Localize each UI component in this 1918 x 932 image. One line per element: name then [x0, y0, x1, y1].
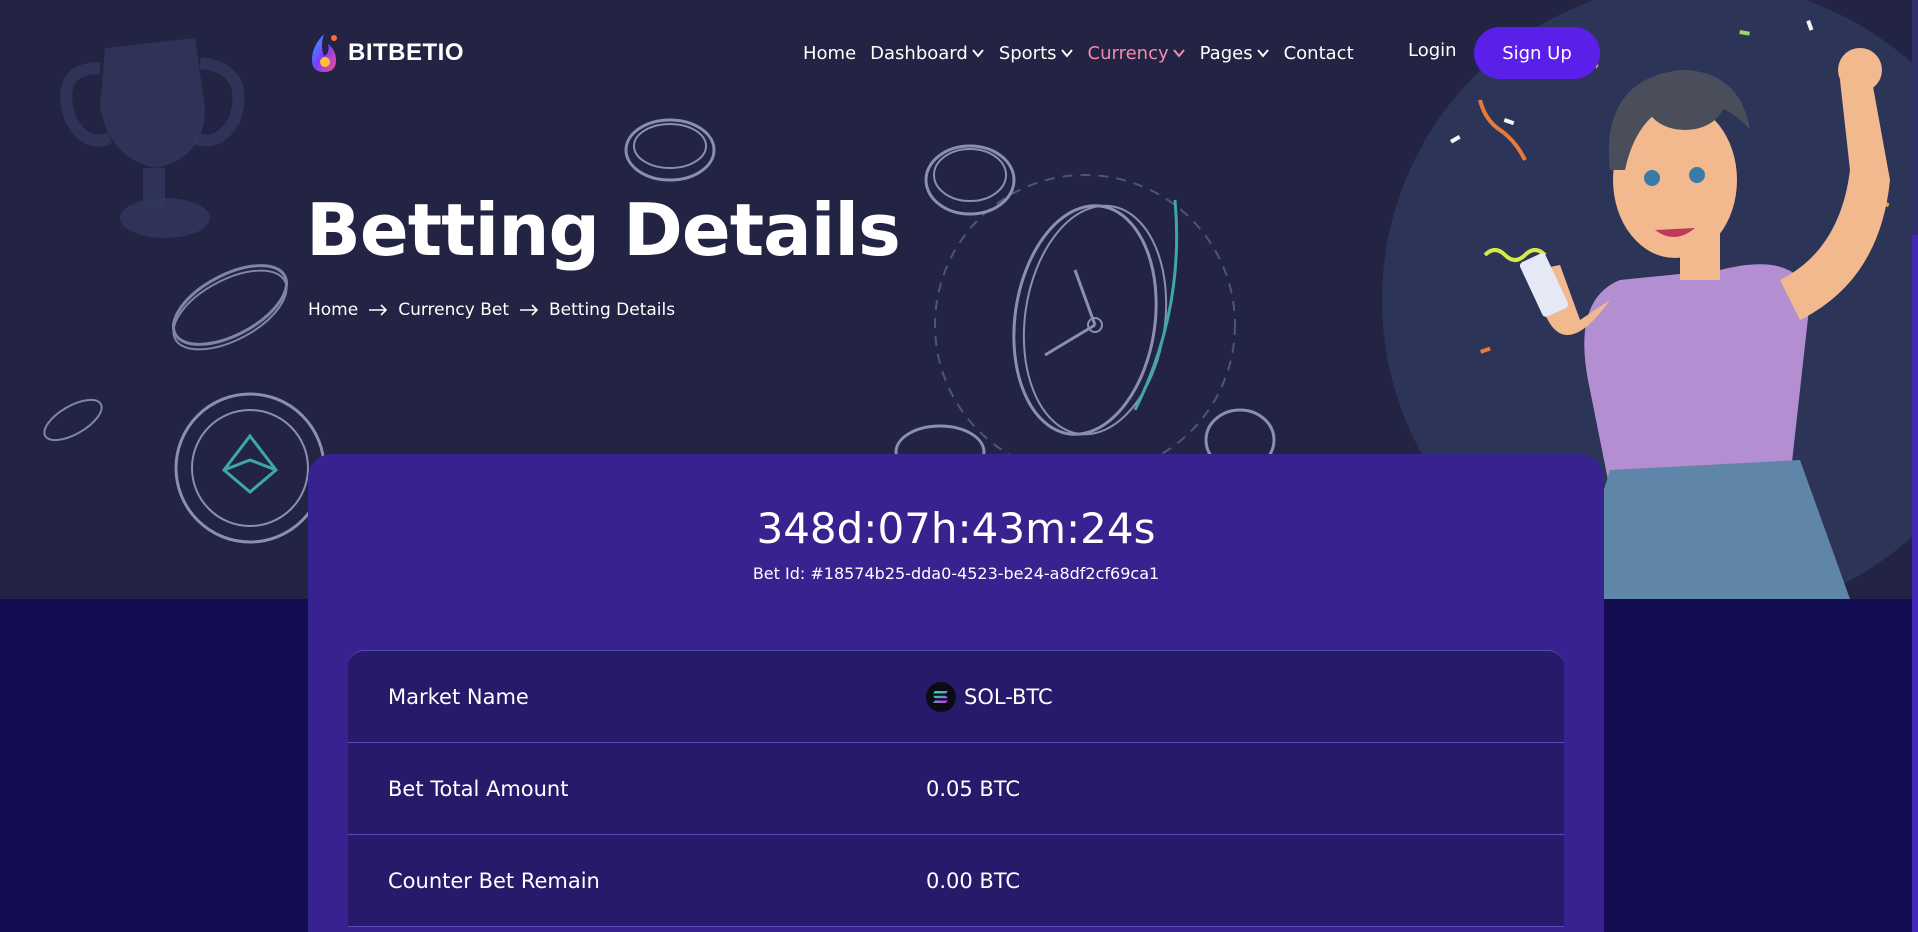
nav-item-currency[interactable]: Currency: [1088, 43, 1186, 64]
row-label: Counter Bet Remain: [388, 868, 600, 893]
coin-illustration: [171, 264, 289, 351]
nav-label: Sports: [998, 42, 1057, 64]
bet-details-table: Market Name SOL-BTC Bet Total Amount 0.0…: [348, 650, 1564, 927]
arrow-right-icon: [369, 304, 388, 316]
trophy-illustration: [60, 38, 245, 238]
bet-details-card: 348d:07h:43m:24s Bet Id: #18574b25-dda0-…: [308, 454, 1604, 932]
breadcrumb-current: Betting Details: [549, 300, 676, 320]
row-value: SOL-BTC: [926, 681, 1053, 712]
nav-item-home[interactable]: Home: [803, 43, 856, 64]
chevron-down-icon: [972, 49, 984, 58]
countdown-timer: 348d:07h:43m:24s: [756, 504, 1156, 553]
flame-logo-icon: [312, 34, 337, 72]
row-label: Bet Total Amount: [388, 776, 569, 801]
login-link[interactable]: Login: [1408, 40, 1457, 61]
scrollbar-thumb[interactable]: [1912, 0, 1918, 235]
arrow-right-icon: [520, 304, 539, 316]
table-row: Market Name SOL-BTC: [348, 651, 1564, 743]
chevron-down-icon: [1060, 49, 1073, 58]
breadcrumb: Home Currency Bet Betting Details: [308, 300, 675, 320]
brand-logo[interactable]: BITBETIO: [308, 32, 464, 74]
nav-item-pages[interactable]: Pages: [1200, 43, 1270, 64]
chevron-down-icon: [1256, 49, 1269, 58]
nav-label: Currency: [1087, 42, 1169, 64]
coin-illustration: [43, 398, 103, 442]
chevron-down-icon: [1172, 49, 1185, 58]
row-label: Market Name: [388, 684, 529, 709]
nav-label: Pages: [1199, 42, 1253, 64]
breadcrumb-home[interactable]: Home: [308, 300, 358, 320]
page-title: Betting Details: [306, 188, 901, 272]
table-row: Bet Total Amount 0.05 BTC: [348, 743, 1564, 835]
nav-label: Contact: [1283, 42, 1354, 64]
nav-item-sports[interactable]: Sports: [999, 43, 1074, 64]
signup-button[interactable]: Sign Up: [1474, 27, 1600, 79]
row-value: 0.00 BTC: [926, 868, 1021, 893]
coin-illustration: [924, 144, 1016, 216]
row-value: 0.05 BTC: [926, 776, 1021, 801]
table-row: Counter Bet Remain 0.00 BTC: [348, 835, 1564, 927]
main-nav: Home Dashboard Sports Currency Pages Con…: [803, 40, 1368, 66]
coin-illustration: [624, 118, 716, 182]
nav-label: Dashboard: [870, 42, 968, 64]
nav-item-contact[interactable]: Contact: [1284, 43, 1354, 64]
nav-item-dashboard[interactable]: Dashboard: [870, 43, 985, 64]
brand-name: BITBETIO: [348, 39, 464, 66]
market-name-value: SOL-BTC: [964, 684, 1053, 709]
breadcrumb-currency-bet[interactable]: Currency Bet: [398, 300, 509, 320]
bet-id: Bet Id: #18574b25-dda0-4523-be24-a8df2cf…: [752, 564, 1160, 583]
nav-label: Home: [803, 42, 857, 64]
solana-coin-icon: [926, 681, 956, 712]
